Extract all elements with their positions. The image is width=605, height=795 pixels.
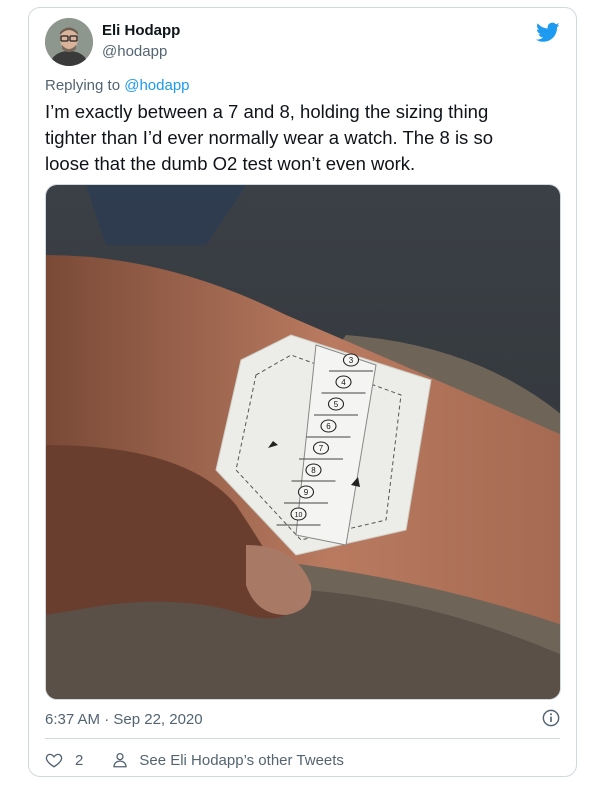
avatar[interactable] (45, 18, 93, 66)
replying-to: Replying to @hodapp (45, 77, 190, 94)
tweet-card: Eli Hodapp @hodapp Replying to @hodapp I… (28, 7, 577, 777)
band-number-label: 5 (334, 400, 339, 409)
author-handle[interactable]: @hodapp (102, 43, 167, 60)
like-button[interactable]: 2 (45, 751, 83, 769)
band-number-label: 8 (311, 466, 316, 475)
info-icon[interactable] (542, 709, 560, 727)
heart-icon (45, 753, 63, 768)
band-number-label: 10 (295, 512, 303, 519)
tweet-photo[interactable]: 3 4 5 6 7 8 9 10 (45, 184, 561, 700)
tweet-timestamp[interactable]: 6:37 AM · Sep 22, 2020 (45, 711, 203, 728)
band-number-label: 4 (341, 378, 346, 387)
band-number-label: 3 (349, 356, 354, 365)
band-number-label: 6 (326, 422, 331, 431)
tweet-actions: 2 See Eli Hodapp’s other Tweets (45, 750, 344, 770)
person-icon (113, 752, 128, 768)
band-number-label: 9 (304, 488, 309, 497)
twitter-bird-icon[interactable] (536, 20, 560, 44)
tweet-text-line: tighter than I’d ever normally wear a wa… (45, 127, 493, 148)
band-number-label: 7 (319, 444, 324, 453)
like-count: 2 (75, 751, 84, 769)
see-other-tweets-link[interactable]: See Eli Hodapp’s other Tweets (111, 751, 344, 769)
see-other-tweets-label: See Eli Hodapp’s other Tweets (139, 751, 344, 769)
reply-mention-link[interactable]: @hodapp (124, 77, 189, 94)
avatar-image (45, 18, 93, 66)
tweet-text-line: loose that the dumb O2 test won’t even w… (45, 153, 416, 174)
replying-to-prefix: Replying to (45, 77, 125, 94)
author-name[interactable]: Eli Hodapp (102, 22, 180, 39)
tweet-text-line: I’m exactly between a 7 and 8, holding t… (45, 101, 489, 122)
divider (45, 738, 560, 739)
tweet-text: I’m exactly between a 7 and 8, holding t… (45, 99, 565, 177)
